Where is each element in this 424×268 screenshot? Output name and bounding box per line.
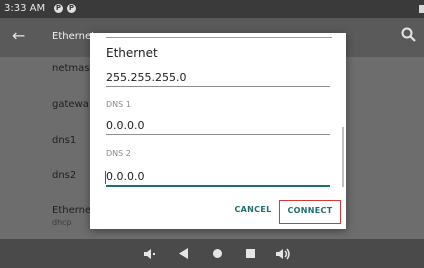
dialog-title: Ethernet — [106, 46, 158, 60]
ethernet-dialog: Ethernet 255.255.255.0 DNS 1 0.0.0.0 DNS… — [90, 33, 346, 229]
back-arrow-icon[interactable]: ← — [12, 26, 25, 45]
volume-up-icon[interactable] — [272, 239, 294, 268]
text-cursor — [105, 171, 106, 184]
navigation-bar — [0, 239, 424, 268]
dns1-label: DNS 1 — [106, 100, 131, 109]
home-icon[interactable] — [207, 239, 227, 268]
search-icon[interactable] — [400, 26, 418, 44]
battery-icon — [419, 5, 424, 13]
dns2-label: DNS 2 — [106, 149, 131, 158]
volume-down-icon[interactable] — [140, 239, 160, 268]
cancel-button[interactable]: CANCEL — [230, 200, 276, 222]
dns2-input[interactable]: 0.0.0.0 — [106, 170, 144, 183]
dns1-underline — [106, 134, 330, 135]
list-item-ethernet[interactable]: Etherne — [52, 205, 91, 216]
dns1-input[interactable]: 0.0.0.0 — [106, 119, 144, 132]
divider — [106, 37, 332, 38]
scrollbar[interactable] — [342, 127, 344, 187]
list-item-netmask[interactable]: netmas — [52, 63, 90, 74]
notification-icon: P — [54, 4, 63, 13]
recents-icon[interactable] — [240, 239, 260, 268]
list-item-ethernet-sub: dhcp — [52, 218, 72, 227]
status-bar: 3:33 AM P P — [0, 0, 424, 18]
list-item-dns2[interactable]: dns2 — [52, 170, 76, 181]
list-item-gateway[interactable]: gatewa — [52, 99, 89, 110]
netmask-input[interactable]: 255.255.255.0 — [106, 71, 186, 84]
netmask-underline — [106, 86, 330, 87]
status-time: 3:33 AM — [4, 3, 46, 14]
dns2-underline — [106, 185, 330, 187]
page-title: Ethernet — [52, 31, 96, 42]
notification-icon: P — [67, 4, 76, 13]
back-nav-icon[interactable] — [174, 239, 194, 268]
connect-button[interactable]: CONNECT — [279, 200, 341, 224]
list-item-dns1[interactable]: dns1 — [52, 135, 76, 146]
